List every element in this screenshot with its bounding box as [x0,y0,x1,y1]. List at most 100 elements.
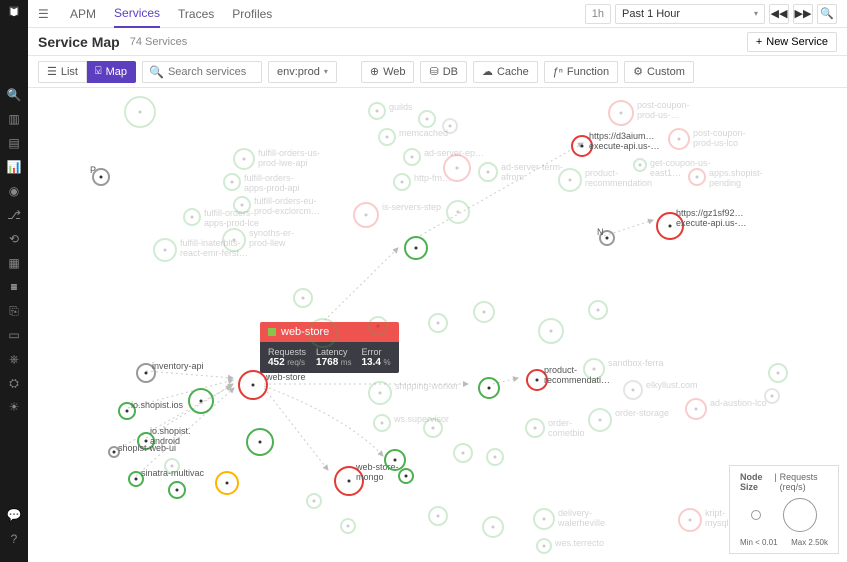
time-prev[interactable]: ◀◀ [769,4,789,24]
service-node[interactable]: inventory-api [136,363,156,383]
nav-traces[interactable]: Traces [178,1,214,27]
service-node[interactable] [443,154,471,182]
service-node[interactable]: https://gz1sf92…execute-api.us-… [656,212,684,240]
monitors-icon[interactable]: ▦ [7,256,21,270]
service-node[interactable]: shipping-worker [368,381,392,405]
notebooks-icon[interactable]: ▭ [7,328,21,342]
logo-icon[interactable] [7,4,21,18]
menu-icon[interactable]: ☰ [38,7,52,21]
service-node[interactable]: sinatra-multivac [128,471,144,487]
filter-web[interactable]: ⊕Web [361,61,415,83]
service-node[interactable] [306,493,322,509]
service-node[interactable] [446,200,470,224]
service-node[interactable] [588,300,608,320]
service-node[interactable]: delivery-walerheville [533,508,555,530]
service-node[interactable]: order-cometbio [525,418,545,438]
service-node[interactable]: synoths-er-prod-llew [222,228,246,252]
infrastructure-icon[interactable]: ▤ [7,136,21,150]
global-search[interactable]: 🔍 [817,4,837,24]
service-node[interactable] [486,448,504,466]
service-node[interactable]: guilds [368,102,386,120]
service-node[interactable] [428,313,448,333]
service-node[interactable] [215,471,239,495]
view-list[interactable]: ☰List [38,61,87,83]
time-next[interactable]: ▶▶ [793,4,813,24]
service-node[interactable] [404,236,428,260]
service-node[interactable]: shopist-web-ui [108,446,120,458]
more-icon[interactable]: ☀ [7,400,21,414]
service-node[interactable]: fulfill-orders-apps-prod-api [223,173,241,191]
service-node[interactable]: kript-mysqlubo… [678,508,702,532]
service-node[interactable] [308,318,338,348]
rum-icon[interactable]: ⎈ [7,352,21,366]
view-map[interactable]: ⍌Map [87,61,136,83]
apm-icon[interactable]: ⎇ [7,208,21,222]
service-node[interactable] [188,388,214,414]
service-node[interactable]: product-recommendation [558,168,582,192]
time-range[interactable]: Past 1 Hour▾ [615,4,765,24]
synthetics-icon[interactable]: ⛭ [7,376,21,390]
filter-db[interactable]: ⛁DB [420,61,467,83]
chat-icon[interactable]: 💬 [7,508,21,522]
service-node[interactable]: apps.shopist-pending [688,168,706,186]
service-node[interactable]: memcached [378,128,396,146]
service-node[interactable]: post-coupon-prod-us-lco [668,128,690,150]
service-node[interactable]: N [599,230,615,246]
dashboards-icon[interactable]: ▥ [7,112,21,126]
ci-icon[interactable]: ⟲ [7,232,21,246]
service-node[interactable]: fulfill-inaterblts-react-emr-ferst… [153,238,177,262]
service-node[interactable]: fulfill-orders-apps-prod-lce [183,208,201,226]
service-node[interactable] [478,377,500,399]
filter-custom[interactable]: ⚙Custom [624,61,694,83]
service-node[interactable] [398,468,414,484]
security-icon[interactable]: ≡ [7,280,21,294]
integrations-icon[interactable]: ◉ [7,184,21,198]
service-node[interactable]: fulfill-orders-us-prod-lwe-api [233,148,255,170]
service-node[interactable]: web-store [238,370,268,400]
logs-icon[interactable]: ⎘ [7,304,21,318]
service-node[interactable] [473,301,495,323]
metrics-icon[interactable]: 📊 [7,160,21,174]
service-node[interactable]: ad-austion-lco [685,398,707,420]
service-node[interactable] [538,318,564,344]
service-node[interactable] [246,428,274,456]
env-filter[interactable]: env:prod▾ [268,61,337,83]
search-icon[interactable]: 🔍 [7,88,21,102]
time-period[interactable]: 1h [585,4,611,24]
service-node[interactable]: https://d3aium…execute-api.us-… [571,135,593,157]
service-node[interactable] [168,481,186,499]
search-input[interactable] [168,66,255,78]
service-node[interactable] [428,506,448,526]
service-node[interactable] [340,518,356,534]
help-icon[interactable]: ? [7,532,21,546]
service-node[interactable]: io.shopist.ios [118,402,136,420]
service-node[interactable]: post-coupon-prod-us-… [608,100,634,126]
service-node[interactable]: ad-server-ep… [403,148,421,166]
service-node[interactable]: order-storage [588,408,612,432]
service-node[interactable]: P [92,168,110,186]
service-node[interactable] [482,516,504,538]
service-node[interactable] [368,316,388,336]
service-map-canvas[interactable]: web-store Requests452 req/s Latency1768 … [28,88,847,562]
service-node[interactable]: ad-server-term-afrom [478,162,498,182]
service-node[interactable] [164,458,180,474]
service-node[interactable] [293,288,313,308]
service-node[interactable] [768,363,788,383]
filter-function[interactable]: ƒⁿFunction [544,61,618,83]
service-node[interactable]: sandbox-ferra [583,358,605,380]
service-node[interactable]: product-recommendati… [526,369,548,391]
service-node[interactable] [124,96,156,128]
search-services[interactable]: 🔍 [142,61,262,83]
nav-profiles[interactable]: Profiles [232,1,272,27]
service-node[interactable] [453,443,473,463]
service-node[interactable]: ws.supervisor [373,414,391,432]
service-node[interactable]: http-fm… [393,173,411,191]
service-node[interactable] [418,110,436,128]
service-node[interactable]: elkyllust.com [623,380,643,400]
service-node[interactable]: is-servers-step [353,202,379,228]
nav-apm[interactable]: APM [70,1,96,27]
new-service-button[interactable]: +New Service [747,32,837,52]
filter-cache[interactable]: ☁Cache [473,61,538,83]
service-node[interactable]: wes.terrecto [536,538,552,554]
nav-services[interactable]: Services [114,0,160,28]
